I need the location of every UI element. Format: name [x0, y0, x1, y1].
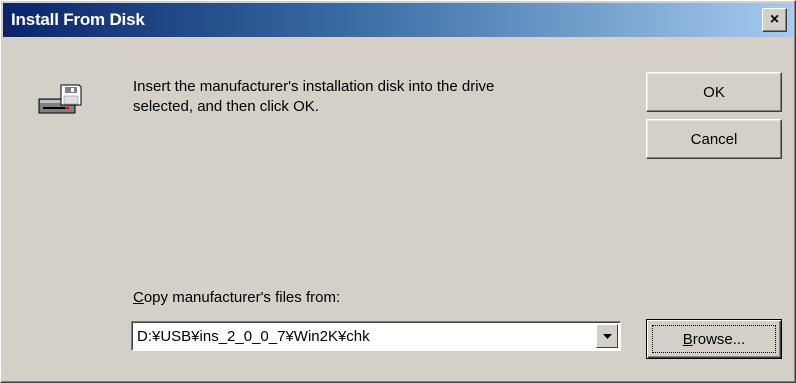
cancel-button[interactable]: Cancel — [646, 119, 782, 159]
instruction-line-2: selected, and then click OK. — [133, 98, 319, 115]
chevron-down-icon — [602, 333, 612, 339]
copy-from-label-text: opy manufacturer's files from: — [143, 289, 341, 306]
instruction-line-1: Insert the manufacturer's installation d… — [133, 78, 495, 95]
copy-from-label-accel: C — [133, 289, 144, 306]
copy-from-path-combobox[interactable]: D:¥USB¥ins_2_0_0_7¥Win2K¥chk — [131, 321, 621, 351]
copy-from-path-value[interactable]: D:¥USB¥ins_2_0_0_7¥Win2K¥chk — [137, 328, 370, 345]
install-from-disk-dialog: Install From Disk × Insert the manufactu… — [0, 0, 796, 383]
ok-button[interactable]: OK — [646, 72, 782, 112]
close-button[interactable]: × — [762, 8, 787, 32]
dropdown-button[interactable] — [596, 324, 618, 348]
title-bar[interactable]: Install From Disk × — [3, 3, 793, 37]
disk-drive-icon — [38, 84, 82, 114]
copy-from-label: Copy manufacturer's files from: — [133, 289, 340, 306]
close-icon: × — [769, 11, 780, 28]
instruction-text: Insert the manufacturer's installation d… — [133, 77, 613, 117]
window-title: Install From Disk — [11, 10, 145, 29]
focus-rectangle — [652, 325, 776, 353]
browse-button[interactable]: Browse... — [646, 319, 782, 359]
ok-button-label: OK — [703, 83, 725, 101]
cancel-button-label: Cancel — [690, 130, 738, 148]
